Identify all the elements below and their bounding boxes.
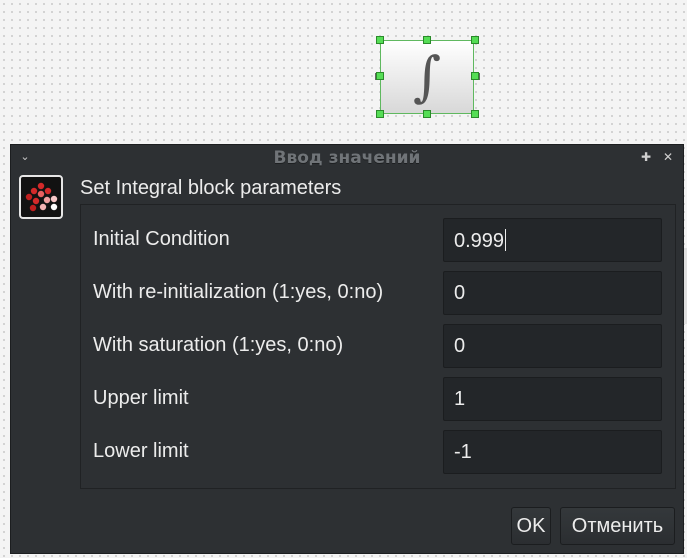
param-label: Upper limit bbox=[93, 387, 189, 409]
cancel-button[interactable]: Отменить bbox=[560, 507, 675, 545]
integral-symbol: ∫ bbox=[412, 45, 442, 108]
param-label: Lower limit bbox=[93, 440, 189, 462]
dialog-heading: Set Integral block parameters bbox=[80, 177, 342, 199]
resize-handle-mr[interactable] bbox=[471, 72, 479, 80]
resize-handle-tr[interactable] bbox=[471, 36, 479, 44]
initial-condition-input[interactable]: 0.999 bbox=[443, 218, 662, 262]
resize-handle-tl[interactable] bbox=[376, 36, 384, 44]
parameters-panel: Initial Condition 0.999 With re-initiali… bbox=[80, 204, 676, 489]
resize-handle-tm[interactable] bbox=[423, 36, 431, 44]
saturation-input[interactable]: 0 bbox=[443, 324, 662, 368]
param-row-initial-condition: Initial Condition 0.999 bbox=[81, 218, 675, 262]
reinitialization-input[interactable]: 0 bbox=[443, 271, 662, 315]
param-row-saturation: With saturation (1:yes, 0:no) 0 bbox=[81, 324, 675, 368]
integral-block[interactable]: ∫ bbox=[380, 40, 474, 114]
scilab-logo-icon bbox=[19, 175, 63, 219]
resize-handle-ml[interactable] bbox=[376, 72, 384, 80]
diagram-canvas[interactable] bbox=[0, 0, 687, 144]
resize-handle-br[interactable] bbox=[471, 110, 479, 118]
resize-handle-bl[interactable] bbox=[376, 110, 384, 118]
parameters-dialog: ⌄ Ввод значений ✚ ✕ Set Integral block p… bbox=[10, 144, 684, 554]
pin-icon[interactable]: ✚ bbox=[639, 150, 653, 164]
dialog-title: Ввод значений bbox=[273, 148, 421, 168]
resize-handle-bm[interactable] bbox=[423, 110, 431, 118]
close-icon[interactable]: ✕ bbox=[661, 150, 675, 164]
param-label: With saturation (1:yes, 0:no) bbox=[93, 334, 344, 356]
param-label: Initial Condition bbox=[93, 228, 230, 250]
dialog-titlebar[interactable]: ⌄ Ввод значений ✚ ✕ bbox=[11, 145, 683, 172]
ok-button[interactable]: OK bbox=[511, 507, 551, 545]
param-row-upper-limit: Upper limit 1 bbox=[81, 377, 675, 421]
lower-limit-input[interactable]: -1 bbox=[443, 430, 662, 474]
text-caret bbox=[505, 229, 507, 251]
upper-limit-input[interactable]: 1 bbox=[443, 377, 662, 421]
param-row-lower-limit: Lower limit -1 bbox=[81, 430, 675, 474]
param-label: With re-initialization (1:yes, 0:no) bbox=[93, 281, 384, 303]
param-row-reinitialization: With re-initialization (1:yes, 0:no) 0 bbox=[81, 271, 675, 315]
